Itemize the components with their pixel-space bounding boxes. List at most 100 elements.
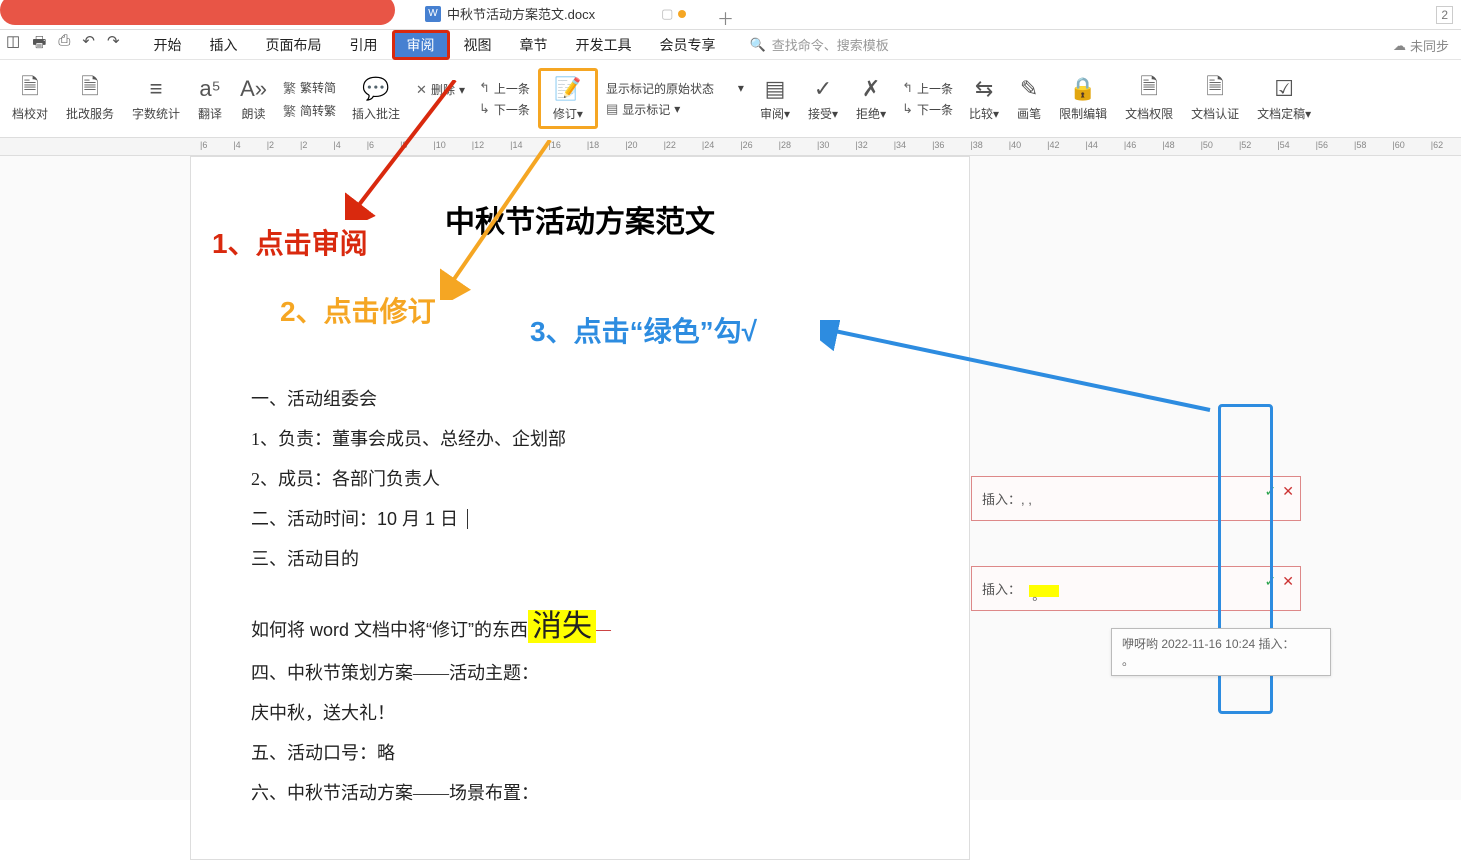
word-count-icon: ≡ bbox=[150, 75, 163, 103]
document-name: 中秋节活动方案范文.docx bbox=[447, 4, 595, 23]
show-markup-button[interactable]: ▤显示标记▾ bbox=[606, 101, 744, 118]
doc-line: 三、活动目的 bbox=[251, 545, 909, 571]
doc-permission-button[interactable]: 🗎文档权限 bbox=[1117, 73, 1181, 124]
redo-icon[interactable]: ↷ bbox=[107, 32, 120, 57]
review-service-icon: 🗎 bbox=[81, 75, 99, 103]
doc-line: 四、中秋节策划方案——活动主题： bbox=[251, 659, 909, 685]
title-bar: W 中秋节活动方案范文.docx ▢ ＋ 2 bbox=[0, 0, 1461, 30]
insert-comment-button[interactable]: 💬插入批注 bbox=[344, 73, 408, 124]
undo-icon[interactable]: ↶ bbox=[82, 32, 95, 57]
speaker-icon: A» bbox=[240, 75, 267, 103]
window-indicator[interactable]: 2 bbox=[1436, 6, 1453, 24]
menu-bar: ◫ 🖶 ⎙ ↶ ↷ 开始 插入 页面布局 引用 审阅 视图 章节 开发工具 会员… bbox=[0, 30, 1461, 60]
review-service-button[interactable]: 🗎批改服务 bbox=[58, 73, 122, 124]
menu-insert[interactable]: 插入 bbox=[196, 31, 252, 59]
command-search[interactable]: 🔍 查找命令、搜索模板 bbox=[750, 35, 889, 54]
comment-icon: 💬 bbox=[362, 75, 389, 103]
doc-title: 中秋节活动方案范文 bbox=[251, 197, 909, 241]
document-tab[interactable]: W 中秋节活动方案范文.docx ▢ bbox=[425, 4, 673, 23]
menu-member[interactable]: 会员专享 bbox=[646, 31, 730, 59]
lock-icon: 🔒 bbox=[1069, 75, 1096, 103]
track-icon: 📝 bbox=[554, 75, 581, 103]
doc-line: 五、活动口号：略 bbox=[251, 739, 909, 765]
reject-button[interactable]: ✗拒绝▾ bbox=[848, 73, 894, 124]
reject-icon: ✗ bbox=[862, 75, 880, 103]
reject-comment-icon[interactable]: ✕ bbox=[1282, 483, 1294, 500]
next-comment-button[interactable]: ↳下一条 bbox=[479, 101, 530, 118]
prev-comment-button[interactable]: ↰上一条 bbox=[479, 80, 530, 97]
menu-references[interactable]: 引用 bbox=[336, 31, 392, 59]
ruler-marks: |6|4|2|2|4|6|8|10|12|14|16|18|20|22|24|2… bbox=[200, 140, 1461, 150]
sync-label: 未同步 bbox=[1410, 36, 1449, 55]
doc-final-button[interactable]: ☑文档定稿▾ bbox=[1249, 73, 1319, 124]
document-page[interactable]: 中秋节活动方案范文 一、活动组委会 1、负责：董事会成员、总经办、企划部 2、成… bbox=[190, 156, 970, 860]
restrict-edit-button[interactable]: 🔒限制编辑 bbox=[1051, 73, 1115, 124]
ink-button[interactable]: ✎画笔 bbox=[1009, 73, 1049, 124]
comment-highlight: 。 bbox=[1029, 585, 1059, 597]
print-icon[interactable]: 🖶 bbox=[32, 32, 46, 57]
preview-icon[interactable]: ⎙ bbox=[58, 32, 70, 57]
menu-layout[interactable]: 页面布局 bbox=[252, 31, 336, 59]
cert-icon: 🗎 bbox=[1206, 75, 1224, 103]
translate-button[interactable]: a⁵翻译 bbox=[190, 73, 230, 124]
up-icon: ↰ bbox=[902, 80, 913, 96]
track-changes-highlight: 📝修订▾ bbox=[538, 68, 598, 129]
next-change-button[interactable]: ↳下一条 bbox=[902, 101, 953, 118]
translate-icon: a⁵ bbox=[199, 75, 220, 103]
down-arrow-icon: ↳ bbox=[479, 101, 490, 117]
proofread-button[interactable]: 🗎档校对 bbox=[4, 73, 56, 124]
menu-review[interactable]: 审阅 bbox=[392, 30, 450, 60]
tab-device-icon: ▢ bbox=[661, 6, 673, 22]
check-doc-icon: ☑ bbox=[1274, 75, 1294, 103]
highlighted-text: 消失 bbox=[528, 610, 596, 643]
word-count-button[interactable]: ≡字数统计 bbox=[124, 73, 188, 124]
markup-icon: ▤ bbox=[606, 101, 618, 117]
redaction-overlay bbox=[0, 0, 395, 25]
comment-label: 插入：, , bbox=[982, 492, 1032, 507]
menu-start[interactable]: 开始 bbox=[140, 31, 196, 59]
compare-icon: ⇆ bbox=[975, 75, 993, 103]
comment-tooltip: 咿呀哟 2022-11-16 10:24 插入：。 bbox=[1111, 628, 1331, 676]
menu-devtools[interactable]: 开发工具 bbox=[562, 31, 646, 59]
doc-line: 2、成员：各部门负责人 bbox=[251, 465, 909, 491]
sync-status[interactable]: ☁ 未同步 bbox=[1393, 36, 1449, 55]
ribbon: 🗎档校对 🗎批改服务 ≡字数统计 a⁵翻译 A»朗读 繁繁转简 繁简转繁 💬插入… bbox=[0, 60, 1461, 138]
new-tab-button[interactable]: ＋ bbox=[717, 5, 734, 30]
horizontal-ruler[interactable]: |6|4|2|2|4|6|8|10|12|14|16|18|20|22|24|2… bbox=[0, 138, 1461, 156]
doc-line: 1、负责：董事会成员、总经办、企划部 bbox=[251, 425, 909, 451]
qat-icon-1[interactable]: ◫ bbox=[6, 32, 20, 57]
unsaved-indicator-icon bbox=[678, 10, 686, 18]
delete-icon: ✕ bbox=[416, 82, 427, 98]
doc-line: 二、活动时间：10 月 1 日 bbox=[251, 505, 909, 531]
read-aloud-button[interactable]: A»朗读 bbox=[232, 73, 275, 124]
compare-button[interactable]: ⇆比较▾ bbox=[961, 73, 1007, 124]
menu-sections[interactable]: 章节 bbox=[506, 31, 562, 59]
review-pane-button[interactable]: ▤审阅▾ bbox=[752, 73, 798, 124]
search-placeholder: 查找命令、搜索模板 bbox=[772, 35, 889, 54]
down-icon: ↳ bbox=[902, 101, 913, 117]
markup-state-dropdown[interactable]: 显示标记的原始状态▾ bbox=[606, 80, 744, 97]
accept-button[interactable]: ✓接受▾ bbox=[800, 73, 846, 124]
doc-line: 庆中秋，送大礼！ bbox=[251, 699, 909, 725]
permission-icon: 🗎 bbox=[1140, 75, 1158, 103]
prev-change-button[interactable]: ↰上一条 bbox=[902, 80, 953, 97]
track-changes-button[interactable]: 📝修订▾ bbox=[545, 73, 591, 124]
doc-auth-button[interactable]: 🗎文档认证 bbox=[1183, 73, 1247, 124]
doc-line: 如何将 word 文档中将“修订”的东西消失 bbox=[251, 601, 909, 645]
up-arrow-icon: ↰ bbox=[479, 80, 490, 96]
menu-view[interactable]: 视图 bbox=[450, 31, 506, 59]
search-icon: 🔍 bbox=[750, 37, 766, 53]
doc-line: 六、中秋节活动方案——场景布置： bbox=[251, 779, 909, 805]
pen-icon: ✎ bbox=[1020, 75, 1038, 103]
trad-to-simp-button[interactable]: 繁繁转简 bbox=[283, 78, 336, 97]
reject-comment-icon[interactable]: ✕ bbox=[1282, 573, 1294, 590]
pane-icon: ▤ bbox=[765, 75, 786, 103]
word-doc-icon: W bbox=[425, 6, 441, 22]
simp-to-trad-button[interactable]: 繁简转繁 bbox=[283, 101, 336, 120]
document-area: 中秋节活动方案范文 一、活动组委会 1、负责：董事会成员、总经办、企划部 2、成… bbox=[0, 156, 1461, 800]
proofread-icon: 🗎 bbox=[21, 75, 39, 103]
delete-comment-button[interactable]: ✕删除▾ bbox=[416, 81, 465, 98]
accept-icon: ✓ bbox=[814, 75, 832, 103]
comment-label: 插入： bbox=[982, 582, 1021, 597]
quick-access-toolbar: ◫ 🖶 ⎙ ↶ ↷ bbox=[6, 32, 140, 57]
